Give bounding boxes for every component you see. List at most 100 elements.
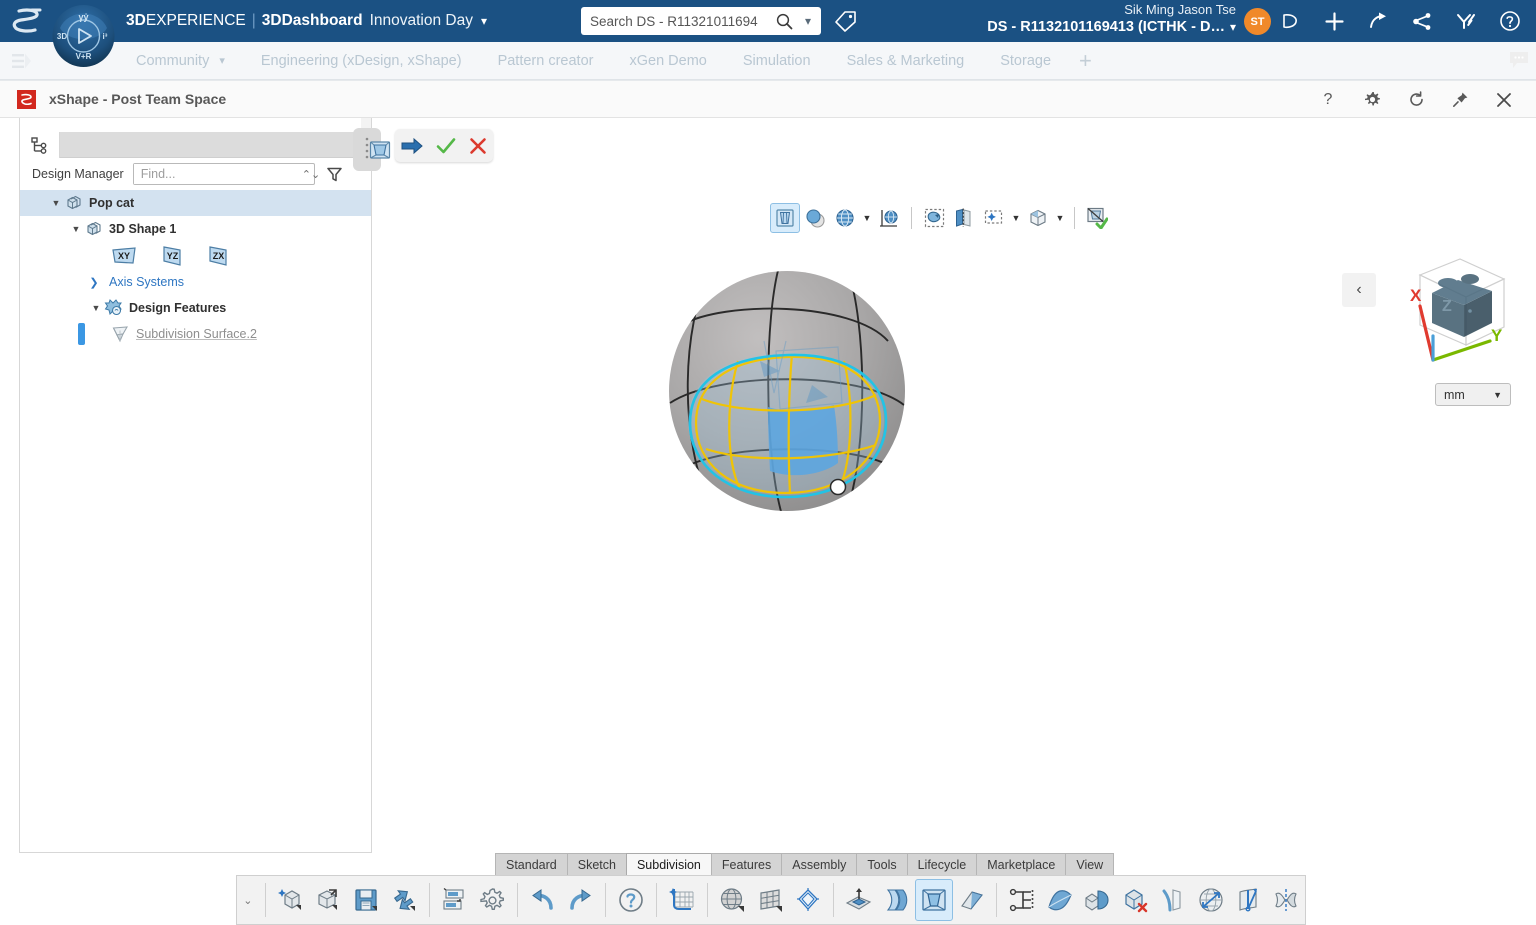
new-shape-icon[interactable]	[272, 879, 310, 921]
transparency-icon[interactable]	[800, 203, 830, 233]
global-search[interactable]: ▾	[581, 7, 821, 35]
primitive-plane-icon[interactable]	[751, 879, 789, 921]
crease-icon[interactable]	[1154, 879, 1192, 921]
confirm-check-icon[interactable]	[436, 137, 456, 155]
action-tab-lifecycle[interactable]: Lifecycle	[907, 853, 978, 875]
find-next-button[interactable]: ⌄	[311, 168, 320, 181]
share-arrow-icon[interactable]	[1356, 0, 1400, 42]
chat-bubble-icon[interactable]	[1508, 50, 1530, 70]
symmetry-globe-icon[interactable]	[1192, 879, 1230, 921]
subdivision-mesh-toggle-icon[interactable]	[770, 203, 800, 233]
dashboard-chevron-down-icon[interactable]: ▾	[481, 14, 487, 28]
action-tab-sketch[interactable]: Sketch	[567, 853, 627, 875]
action-bar-collapse-button[interactable]: ⌄	[237, 875, 259, 925]
3d-viewport[interactable]: ▼ ▼ ▼ ‹	[372, 118, 1536, 864]
gear-icon[interactable]	[1350, 81, 1394, 118]
tree-node-3d-shape-1[interactable]: ▼ 3D Shape 1	[20, 216, 371, 242]
3d-compass[interactable]: γẏ 3D i³ V+R	[52, 0, 115, 72]
search-input[interactable]	[581, 8, 773, 34]
primitive-quad-icon[interactable]	[789, 879, 827, 921]
symmetry-icon[interactable]	[949, 203, 979, 233]
sync-refresh-icon[interactable]	[385, 879, 423, 921]
tree-structure-tab[interactable]	[20, 132, 60, 158]
filter-icon[interactable]	[324, 167, 346, 182]
validate-mesh-icon[interactable]	[1082, 203, 1112, 233]
subdivision-sphere-model[interactable]	[652, 253, 932, 533]
settings-gear-icon[interactable]	[473, 879, 511, 921]
social-share-icon[interactable]	[1400, 0, 1444, 42]
align-mesh-icon[interactable]	[1230, 879, 1268, 921]
bridge-icon[interactable]	[1003, 879, 1041, 921]
redo-icon[interactable]	[562, 879, 600, 921]
search-icon[interactable]	[773, 13, 795, 30]
chevron-down-icon[interactable]: ▾	[219, 54, 225, 67]
plane-zx[interactable]: ZX	[206, 245, 230, 267]
tree-node-subdivision-surface[interactable]: Subdivision Surface.2	[20, 321, 371, 347]
action-tab-view[interactable]: View	[1065, 853, 1114, 875]
add-icon[interactable]	[1312, 0, 1356, 42]
manipulator-handle[interactable]	[831, 480, 846, 495]
dashboard-tab-pattern-creator[interactable]: Pattern creator	[480, 42, 612, 80]
dashboard-tab-engineering[interactable]: Engineering (xDesign, xShape)	[243, 42, 480, 80]
collapse-panel-button[interactable]: ‹	[1342, 273, 1376, 307]
dassault-logo[interactable]	[4, 0, 50, 42]
mirror-mesh-icon[interactable]	[1267, 879, 1305, 921]
action-tab-assembly[interactable]: Assembly	[781, 853, 857, 875]
expand-triangle-icon[interactable]: ▼	[50, 198, 62, 208]
action-tab-standard[interactable]: Standard	[495, 853, 568, 875]
plane-yz[interactable]: YZ	[160, 245, 184, 267]
pin-icon[interactable]	[1438, 81, 1482, 118]
user-context-chevron-down-icon[interactable]: ▾	[1230, 20, 1236, 34]
undo-icon[interactable]	[524, 879, 562, 921]
view-cube[interactable]: X Y Z	[1386, 253, 1516, 373]
globe-render-icon[interactable]	[830, 203, 860, 233]
avatar[interactable]: ST	[1244, 8, 1271, 35]
tree-node-pop-cat[interactable]: ▼ Pop cat	[20, 190, 371, 216]
new-subdivision-grid-icon[interactable]	[663, 879, 701, 921]
open-shape-icon[interactable]	[309, 879, 347, 921]
delete-face-icon[interactable]	[1116, 879, 1154, 921]
plane-xy[interactable]: XY	[110, 245, 138, 267]
chevron-down-icon[interactable]: ▼	[1493, 390, 1502, 400]
find-box[interactable]: ⌃ ⌄	[133, 163, 315, 185]
primitive-sphere-icon[interactable]	[714, 879, 752, 921]
copy-paste-icon[interactable]	[436, 879, 474, 921]
tree-node-design-features[interactable]: ▼ Design Features	[20, 295, 371, 321]
save-icon[interactable]	[347, 879, 385, 921]
chevron-down-icon[interactable]: ▼	[1009, 213, 1023, 223]
fill-face-icon[interactable]	[1041, 879, 1079, 921]
action-tab-subdivision[interactable]: Subdivision	[626, 853, 712, 875]
action-tab-marketplace[interactable]: Marketplace	[976, 853, 1066, 875]
dashboard-tab-sales-marketing[interactable]: Sales & Marketing	[829, 42, 983, 80]
select-face-icon[interactable]	[919, 203, 949, 233]
subdivision-preview-icon[interactable]	[365, 129, 395, 170]
chevron-down-icon[interactable]: ▼	[860, 213, 874, 223]
dashboard-tab-community[interactable]: Community▾	[118, 42, 243, 80]
find-previous-button[interactable]: ⌃	[302, 168, 311, 181]
help-icon[interactable]: ?	[1306, 81, 1350, 118]
sweep-icon[interactable]	[877, 879, 915, 921]
chevron-down-icon[interactable]: ▼	[1053, 213, 1067, 223]
find-input[interactable]	[134, 164, 302, 184]
expand-triangle-icon[interactable]: ▼	[90, 303, 102, 313]
action-tab-features[interactable]: Features	[711, 853, 782, 875]
help-icon[interactable]	[1488, 0, 1532, 42]
help-circle-icon[interactable]	[612, 879, 650, 921]
unit-select[interactable]: mm ▼	[1435, 383, 1511, 406]
tag-icon[interactable]	[833, 8, 859, 34]
extrude-face-icon[interactable]	[840, 879, 878, 921]
search-chevron-down-icon[interactable]: ▾	[795, 14, 821, 28]
expand-triangle-icon[interactable]: ▼	[70, 224, 82, 234]
insert-loop-icon[interactable]	[915, 879, 953, 921]
notification-icon[interactable]	[1268, 0, 1312, 42]
dashboard-tab-simulation[interactable]: Simulation	[725, 42, 829, 80]
menu-hamburger-icon[interactable]	[0, 42, 44, 80]
dashboard-tab-xgen-demo[interactable]: xGen Demo	[611, 42, 724, 80]
brand-dashboard-name[interactable]: Innovation Day	[370, 12, 473, 30]
close-icon[interactable]	[1482, 81, 1526, 118]
bevel-edge-icon[interactable]	[953, 879, 991, 921]
action-tab-tools[interactable]: Tools	[856, 853, 907, 875]
3dplay-icon[interactable]	[1444, 0, 1488, 42]
measure-globe-icon[interactable]	[874, 203, 904, 233]
add-dashboard-tab-button[interactable]: +	[1069, 50, 1102, 72]
